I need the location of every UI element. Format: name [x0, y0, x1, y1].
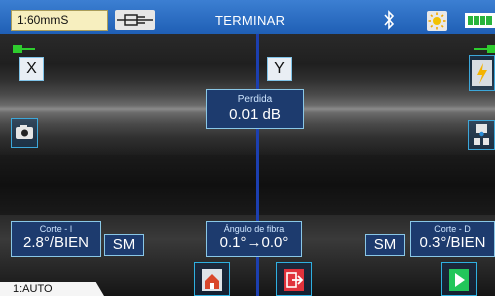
loss-label: Perdida [237, 94, 273, 105]
fiber-type-right: SM [365, 234, 405, 256]
camera-button[interactable] [11, 118, 38, 148]
sun-icon[interactable] [427, 11, 447, 31]
cleave-right-panel: Corte - D 0.3°/BIEN [410, 221, 495, 257]
right-fiber-marker [474, 40, 495, 53]
fiber-type-left: SM [104, 234, 144, 256]
exit-button[interactable] [276, 262, 312, 296]
y-view-button[interactable]: Y [267, 57, 292, 81]
loss-value: 0.01 dB [229, 106, 281, 123]
cleave-right-label: Corte - D [434, 224, 471, 234]
x-view-button[interactable]: X [19, 57, 44, 81]
splicer-screen: 1:60mmS TERMINAR X Y Perdida 0.01 dB Cor… [0, 0, 495, 296]
loss-panel: Perdida 0.01 dB [206, 89, 304, 129]
left-fiber-marker [13, 40, 35, 53]
arc-button[interactable] [469, 55, 495, 91]
header-bar: 1:60mmS TERMINAR [0, 0, 495, 34]
program-mode-box[interactable]: 1:60mmS [11, 10, 108, 31]
bluetooth-icon[interactable] [379, 9, 399, 31]
fiber-image-top [0, 30, 495, 63]
home-button[interactable] [194, 262, 230, 296]
fiber-angle-value: 0.1°→0.0° [219, 234, 289, 251]
storage-button[interactable] [468, 120, 495, 150]
program-tab[interactable]: 1:AUTO [0, 282, 104, 296]
battery-icon [465, 13, 495, 28]
screen-title: TERMINAR [215, 13, 286, 28]
cleave-left-label: Corte - I [39, 224, 73, 234]
play-button[interactable] [441, 262, 477, 296]
fiber-image-gap [0, 155, 495, 215]
cleave-left-value: 2.8°/BIEN [22, 234, 90, 251]
cleave-right-value: 0.3°/BIEN [419, 234, 486, 251]
fiber-angle-label: Ángulo de fibra [223, 224, 285, 234]
cable-icon[interactable] [115, 10, 155, 30]
fiber-angle-panel: Ángulo de fibra 0.1°→0.0° [206, 221, 302, 257]
cleave-left-panel: Corte - I 2.8°/BIEN [11, 221, 101, 257]
